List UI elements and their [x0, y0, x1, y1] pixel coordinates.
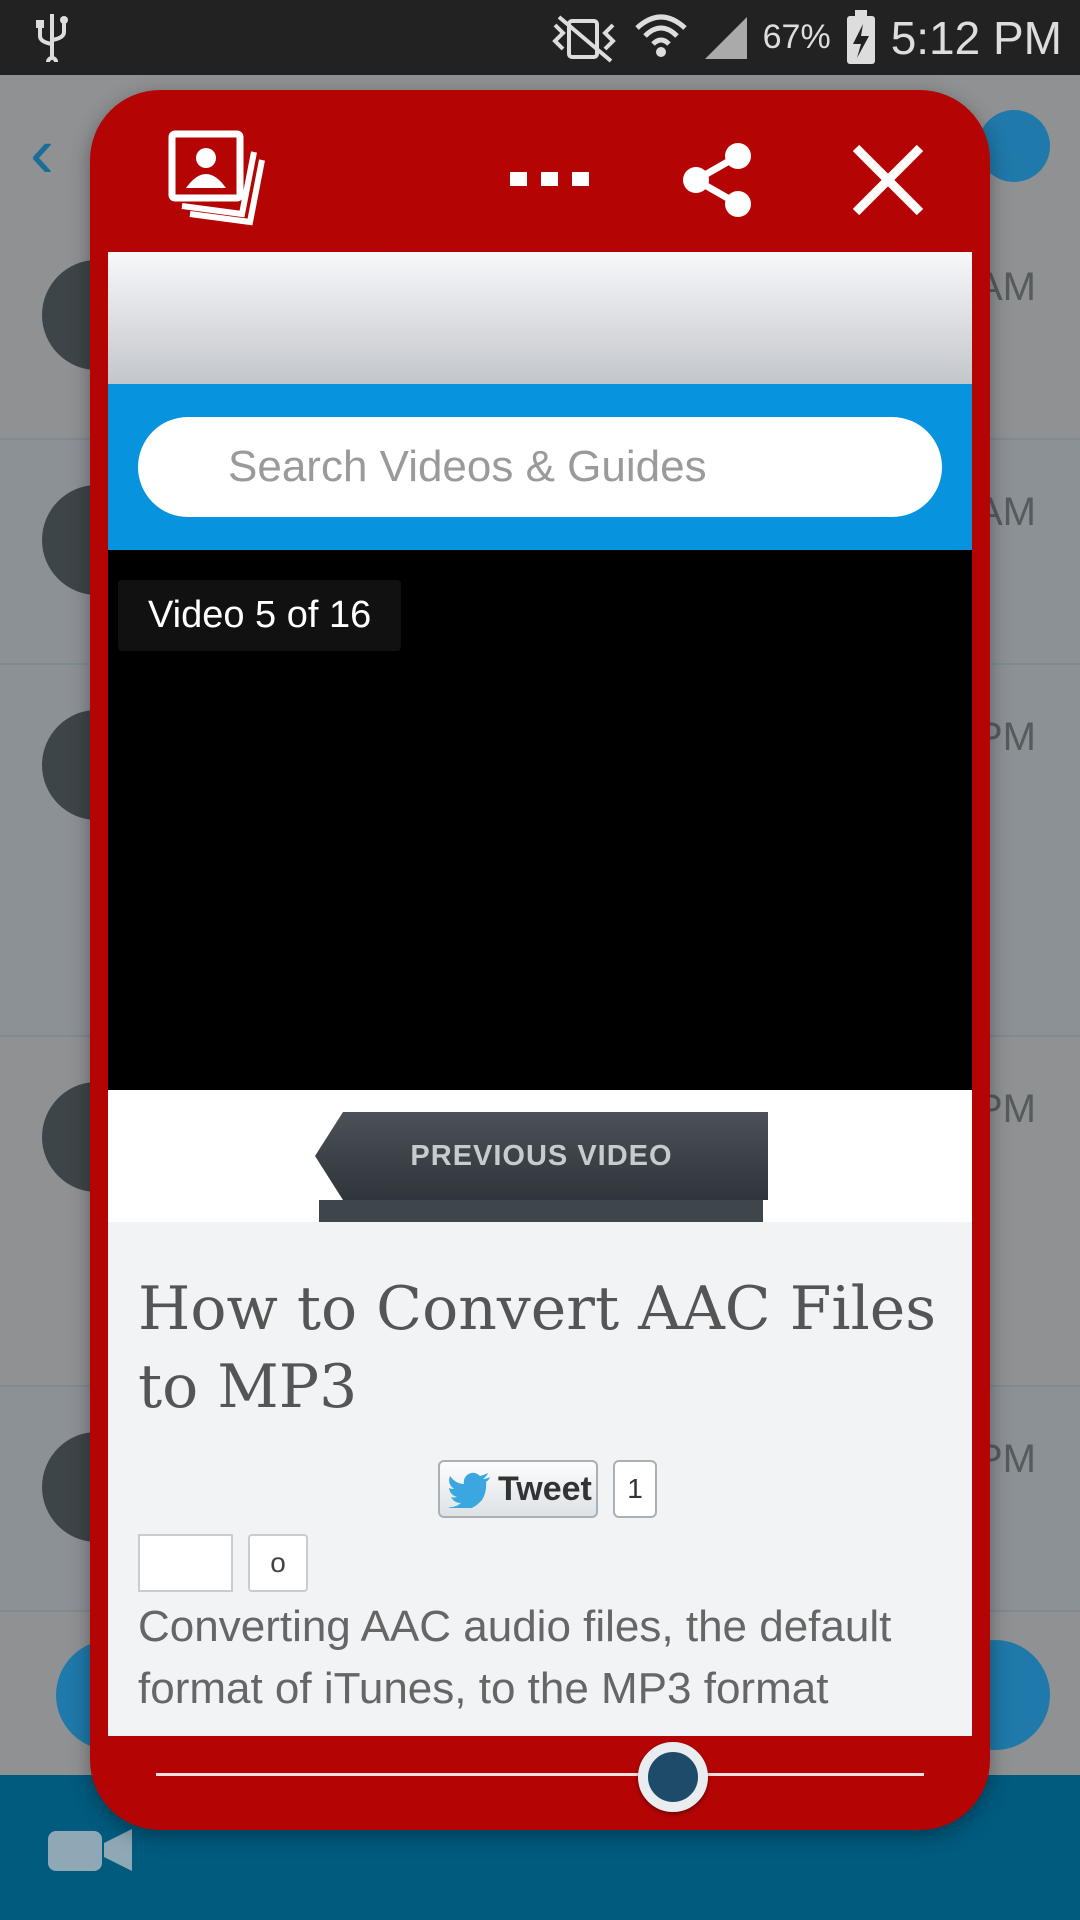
video-camera-icon[interactable] — [48, 1825, 132, 1875]
previous-video-button[interactable]: PREVIOUS VIDEO — [315, 1112, 768, 1200]
share-icon[interactable] — [680, 142, 756, 218]
web-content: Search Videos & Guides Video 5 of 16 PRE… — [108, 252, 972, 1736]
slider-track[interactable] — [156, 1773, 924, 1776]
tweet-count: 1 — [613, 1460, 657, 1518]
video-player[interactable]: Video 5 of 16 — [108, 550, 972, 1090]
tweet-label: Tweet — [498, 1470, 592, 1508]
like-count: o — [248, 1534, 308, 1592]
search-input[interactable]: Search Videos & Guides — [138, 417, 942, 517]
slider-handle[interactable] — [638, 1742, 708, 1812]
prev-video-band: PREVIOUS VIDEO — [108, 1090, 972, 1222]
close-icon[interactable] — [850, 142, 926, 218]
wifi-icon — [634, 14, 687, 57]
popup-browser: Search Videos & Guides Video 5 of 16 PRE… — [90, 90, 990, 1830]
previous-video-label: PREVIOUS VIDEO — [410, 1140, 673, 1172]
clock: 5:12 PM — [890, 11, 1062, 64]
like-button[interactable] — [138, 1534, 233, 1592]
more-icon[interactable] — [510, 172, 590, 188]
tweet-button[interactable]: Tweet — [438, 1460, 598, 1518]
twitter-bird-icon — [448, 1472, 490, 1508]
status-bar: 67% 5:12 PM — [0, 0, 1080, 75]
signal-icon — [704, 16, 747, 59]
battery-charging-icon — [846, 9, 875, 64]
share-widgets: Tweet 1 o — [108, 1426, 972, 1596]
article-body: Converting AAC audio files, the default … — [138, 1602, 892, 1713]
video-counter: Video 5 of 16 — [118, 580, 402, 651]
site-header — [108, 252, 972, 384]
contacts-stack-icon[interactable] — [168, 130, 268, 230]
vibrate-mute-icon — [551, 14, 616, 63]
back-arrow-icon[interactable]: ‹ — [30, 112, 54, 194]
next-video-button[interactable] — [319, 1200, 763, 1222]
usb-icon — [36, 14, 68, 62]
battery-percent: 67% — [762, 18, 831, 56]
article-title: How to Convert AAC Files to MP3 — [138, 1274, 937, 1422]
search-band: Search Videos & Guides — [108, 384, 972, 550]
